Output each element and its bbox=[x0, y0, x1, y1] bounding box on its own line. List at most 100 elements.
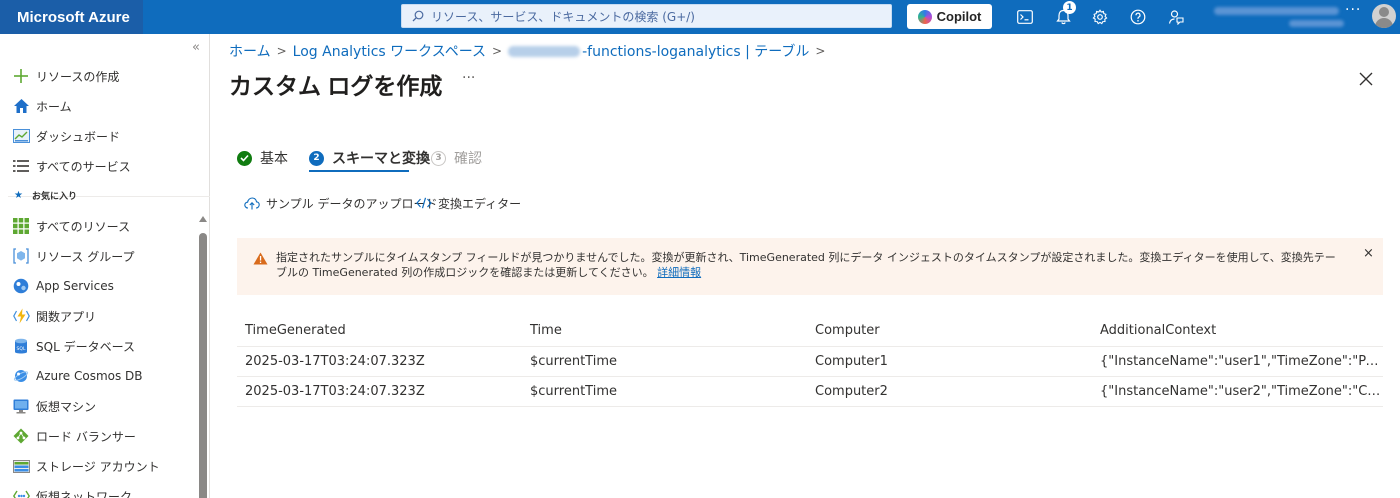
table-cell: Computer2 bbox=[815, 384, 888, 399]
learn-more-link[interactable]: 詳細情報 bbox=[657, 266, 701, 279]
scroll-up-arrow-icon[interactable] bbox=[199, 216, 207, 222]
sidebar-item-virtual-machines[interactable]: 仮想マシン bbox=[0, 391, 196, 421]
warning-message: 指定されたサンプルにタイムスタンプ フィールドが見つかりませんでした。変換が更新… bbox=[276, 250, 1336, 280]
tab-basics[interactable]: 基本 bbox=[237, 145, 288, 171]
avatar-body bbox=[1375, 18, 1393, 28]
sidebar-item-all-resources[interactable]: すべてのリソース bbox=[0, 211, 196, 241]
table-cell: $currentTime bbox=[530, 384, 617, 399]
sidebar-item-create-resource[interactable]: リソースの作成 bbox=[0, 61, 196, 91]
column-header[interactable]: Time bbox=[522, 323, 807, 338]
column-header[interactable]: AdditionalContext bbox=[1092, 323, 1383, 338]
function-icon bbox=[12, 307, 30, 325]
page-title: カスタム ログを作成 bbox=[229, 73, 443, 99]
scrollbar-thumb[interactable] bbox=[199, 233, 207, 498]
dismiss-warning-icon[interactable]: × bbox=[1363, 246, 1374, 261]
sidebar: « リソースの作成 ホーム ダッシュボード すべてのサービス ★ お気に入り す… bbox=[0, 34, 210, 498]
svg-text:SQL: SQL bbox=[17, 346, 26, 352]
gear-icon[interactable] bbox=[1088, 5, 1112, 29]
feedback-icon[interactable] bbox=[1164, 5, 1188, 29]
sidebar-item-label: SQL データベース bbox=[36, 339, 135, 354]
notification-badge: 1 bbox=[1063, 1, 1076, 14]
transform-editor-button[interactable]: 変換エディター bbox=[416, 193, 521, 213]
sidebar-item-app-services[interactable]: App Services bbox=[0, 271, 196, 301]
sidebar-item-virtual-networks[interactable]: 仮想ネットワーク bbox=[0, 481, 196, 498]
sidebar-item-label: 仮想マシン bbox=[36, 399, 97, 414]
cloud-shell-icon[interactable] bbox=[1013, 5, 1037, 29]
sidebar-item-home[interactable]: ホーム bbox=[0, 91, 196, 121]
table-cell: 2025-03-17T03:24:07.323Z bbox=[245, 384, 425, 399]
load-balancer-icon bbox=[12, 427, 30, 445]
account-info[interactable] bbox=[1214, 5, 1344, 29]
favorites-header: ★ お気に入り bbox=[0, 186, 196, 204]
brand-logo[interactable]: Microsoft Azure bbox=[0, 0, 143, 34]
sidebar-item-function-apps[interactable]: 関数アプリ bbox=[0, 301, 196, 331]
favorites-label: お気に入り bbox=[31, 191, 77, 202]
account-more-icon[interactable]: ··· bbox=[1345, 2, 1361, 18]
breadcrumb-separator: > bbox=[276, 44, 287, 58]
close-icon[interactable] bbox=[1359, 72, 1379, 92]
sidebar-item-label: Azure Cosmos DB bbox=[36, 369, 143, 383]
sidebar-item-label: ストレージ アカウント bbox=[36, 459, 160, 474]
cosmos-icon bbox=[12, 367, 30, 385]
plus-icon bbox=[12, 67, 30, 85]
global-search-input[interactable]: リソース、サービス、ドキュメントの検索 (G+/) bbox=[401, 4, 892, 28]
sidebar-scrollbar[interactable] bbox=[199, 216, 208, 498]
sidebar-item-label: ロード バランサー bbox=[36, 429, 136, 444]
dashboard-icon bbox=[12, 127, 30, 145]
table-header-row: TimeGenerated Time Computer AdditionalCo… bbox=[237, 315, 1383, 347]
breadcrumb-workspace-name-redacted[interactable] bbox=[508, 45, 581, 57]
table-row[interactable]: 2025-03-17T03:24:07.323Z $currentTime Co… bbox=[237, 347, 1383, 377]
sidebar-item-label: ダッシュボード bbox=[36, 129, 121, 144]
breadcrumb-table[interactable]: -functions-loganalytics | テーブル bbox=[582, 41, 809, 61]
cloud-upload-icon bbox=[244, 196, 260, 209]
sidebar-item-cosmos-db[interactable]: Azure Cosmos DB bbox=[0, 361, 196, 391]
warning-icon bbox=[253, 252, 268, 265]
copilot-button[interactable]: Copilot bbox=[907, 4, 992, 29]
avatar[interactable] bbox=[1372, 4, 1396, 28]
sidebar-item-load-balancers[interactable]: ロード バランサー bbox=[0, 421, 196, 451]
help-icon[interactable] bbox=[1126, 5, 1150, 29]
sidebar-item-all-services[interactable]: すべてのサービス bbox=[0, 151, 196, 181]
column-header[interactable]: TimeGenerated bbox=[237, 323, 522, 338]
collapse-sidebar-icon[interactable]: « bbox=[192, 40, 200, 55]
tab-schema-transform[interactable]: 2 スキーマと変換 bbox=[309, 145, 430, 171]
tab-label: 確認 bbox=[454, 151, 482, 167]
sidebar-item-sql-databases[interactable]: SQL SQL データベース bbox=[0, 331, 196, 361]
vm-icon bbox=[12, 397, 30, 415]
table-row[interactable]: 2025-03-17T03:24:07.323Z $currentTime Co… bbox=[237, 377, 1383, 407]
tab-label: スキーマと変換 bbox=[332, 151, 430, 167]
table-cell: Computer1 bbox=[815, 354, 888, 369]
sidebar-item-resource-groups[interactable]: リソース グループ bbox=[0, 241, 196, 271]
breadcrumb: ホーム > Log Analytics ワークスペース > -functions… bbox=[229, 41, 831, 61]
sidebar-item-dashboard[interactable]: ダッシュボード bbox=[0, 121, 196, 151]
sidebar-item-label: 仮想ネットワーク bbox=[36, 489, 133, 498]
sql-icon: SQL bbox=[12, 337, 30, 355]
column-header[interactable]: Computer bbox=[807, 323, 1092, 338]
avatar-head bbox=[1379, 7, 1389, 17]
storage-icon bbox=[12, 457, 30, 475]
sidebar-item-label: リソースの作成 bbox=[36, 69, 120, 84]
home-icon bbox=[12, 97, 30, 115]
search-icon bbox=[412, 10, 424, 22]
list-icon bbox=[12, 157, 30, 175]
sidebar-item-storage-accounts[interactable]: ストレージ アカウント bbox=[0, 451, 196, 481]
step-number-icon: 2 bbox=[309, 150, 324, 166]
page-more-icon[interactable]: ··· bbox=[462, 70, 475, 86]
copilot-label: Copilot bbox=[936, 9, 982, 24]
app-services-icon bbox=[12, 277, 30, 295]
breadcrumb-home[interactable]: ホーム bbox=[229, 41, 271, 61]
upload-sample-button[interactable]: サンプル データのアップロード bbox=[244, 193, 437, 213]
breadcrumb-separator: > bbox=[492, 44, 503, 58]
sample-data-table: TimeGenerated Time Computer AdditionalCo… bbox=[237, 315, 1383, 407]
step-number-icon: 3 bbox=[431, 150, 446, 166]
resource-group-icon bbox=[12, 247, 30, 265]
check-circle-icon bbox=[237, 150, 252, 166]
active-tab-indicator bbox=[309, 170, 409, 172]
vnet-icon bbox=[12, 487, 30, 498]
warning-banner: 指定されたサンプルにタイムスタンプ フィールドが見つかりませんでした。変換が更新… bbox=[237, 238, 1383, 295]
breadcrumb-separator: > bbox=[815, 44, 826, 58]
tab-review[interactable]: 3 確認 bbox=[431, 145, 482, 171]
search-placeholder: リソース、サービス、ドキュメントの検索 (G+/) bbox=[431, 9, 695, 24]
breadcrumb-workspaces[interactable]: Log Analytics ワークスペース bbox=[293, 41, 486, 61]
upload-sample-label: サンプル データのアップロード bbox=[266, 196, 438, 211]
